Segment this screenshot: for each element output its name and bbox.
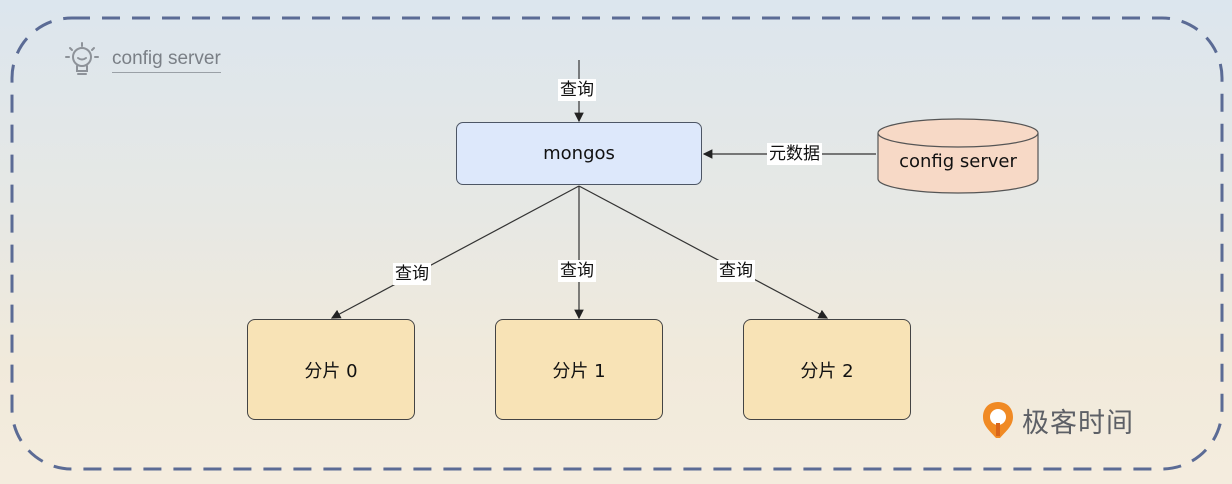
edge-label-query-in: 查询: [558, 79, 596, 101]
edge-query-shard0: [330, 185, 580, 319]
edge-label-query-shard0: 查询: [393, 263, 431, 285]
shard-2-label: 分片 2: [800, 360, 854, 382]
mongos-node: mongos: [456, 122, 702, 185]
diagram-canvas: config server 查询 元数据 查询 查询 查询 mongos con…: [0, 0, 1232, 484]
edge-label-query-shard1: 查询: [558, 260, 596, 282]
shard-2-node: 分片 2: [743, 319, 911, 420]
geektime-logo-icon: [983, 402, 1013, 438]
brand-name: 极客时间: [1022, 407, 1134, 439]
shard-1-node: 分片 1: [495, 319, 663, 420]
shard-0-label: 分片 0: [304, 360, 358, 382]
brand-logo: 极客时间: [980, 400, 1134, 440]
shard-1-label: 分片 1: [552, 360, 606, 382]
edge-label-metadata: 元数据: [767, 143, 822, 165]
mongos-label: mongos: [543, 143, 615, 164]
edge-query-shard2: [578, 185, 829, 319]
config-server-label: config server: [899, 151, 1017, 172]
edge-label-query-shard2: 查询: [717, 260, 755, 282]
shard-0-node: 分片 0: [247, 319, 415, 420]
